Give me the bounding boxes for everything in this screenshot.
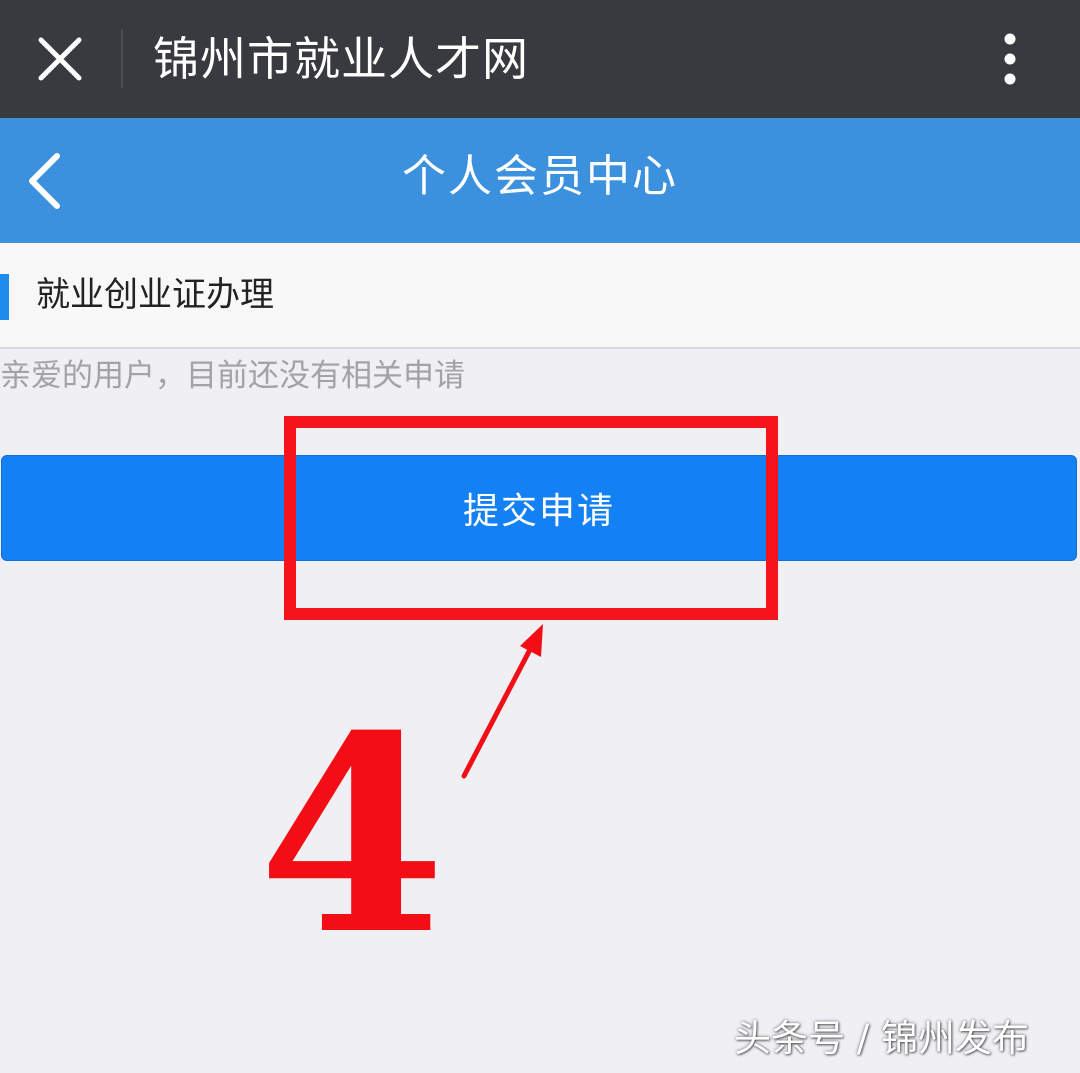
arrow-annotation-icon bbox=[461, 624, 543, 779]
app-title-bar: 锦州市就业人才网 bbox=[0, 0, 1080, 118]
step-number-annotation: 4 bbox=[258, 676, 446, 994]
section-header: 就业创业证办理 bbox=[0, 243, 1080, 349]
close-button[interactable] bbox=[20, 19, 100, 99]
submit-application-button[interactable]: 提交申请 bbox=[1, 455, 1077, 561]
title-divider bbox=[121, 30, 123, 88]
window-title: 锦州市就业人才网 bbox=[153, 32, 529, 86]
chevron-left-icon bbox=[29, 152, 60, 209]
more-options-button[interactable] bbox=[980, 24, 1040, 94]
section-title: 就业创业证办理 bbox=[36, 275, 274, 315]
more-vertical-icon bbox=[1004, 33, 1016, 85]
page-title: 个人会员中心 bbox=[402, 151, 678, 202]
empty-state-message: 亲爱的用户，目前还没有相关申请 bbox=[0, 358, 465, 394]
page-header: 个人会员中心 bbox=[0, 118, 1080, 243]
back-button[interactable] bbox=[4, 138, 84, 223]
close-icon bbox=[38, 37, 82, 81]
section-accent-bar bbox=[0, 274, 9, 320]
watermark: 头条号 / 锦州发布 bbox=[734, 1017, 1029, 1060]
